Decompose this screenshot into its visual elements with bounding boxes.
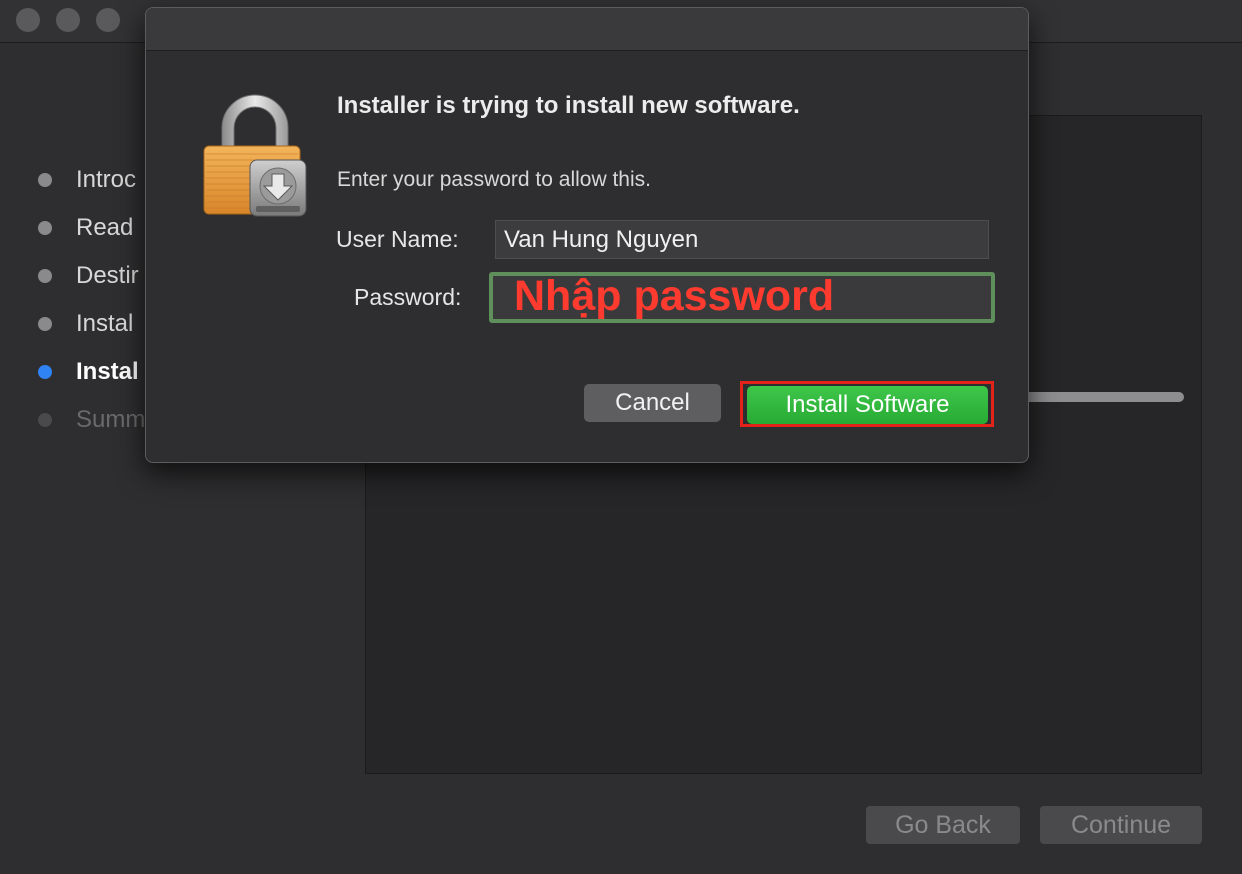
step-dot-icon	[38, 221, 52, 235]
step-label: Read	[76, 214, 134, 241]
zoom-window-button[interactable]	[96, 8, 120, 32]
step-label: Instal	[76, 310, 134, 337]
password-label: Password:	[354, 284, 462, 310]
step-summary: Summ	[38, 396, 145, 444]
step-label: Introc	[76, 166, 137, 193]
step-read-me: Read	[38, 204, 145, 252]
step-label: Destir	[76, 262, 139, 289]
close-window-button[interactable]	[16, 8, 40, 32]
dialog-title: Installer is trying to install new softw…	[337, 92, 800, 119]
install-software-button[interactable]: Install Software	[747, 386, 988, 424]
username-field[interactable]: Van Hung Nguyen	[495, 220, 989, 259]
username-label: User Name:	[336, 226, 459, 252]
step-dot-icon	[38, 317, 52, 331]
step-label: Instal	[76, 358, 139, 385]
step-label: Summ	[76, 406, 146, 433]
installer-steps-list: Introc Read Destir Instal Instal Summ	[38, 156, 145, 444]
step-installation-type: Instal	[38, 300, 145, 348]
minimize-window-button[interactable]	[56, 8, 80, 32]
step-active-dot-icon	[38, 365, 52, 379]
step-dot-icon	[38, 269, 52, 283]
cancel-button[interactable]: Cancel	[584, 384, 721, 422]
step-destination: Destir	[38, 252, 145, 300]
go-back-button[interactable]: Go Back	[866, 806, 1020, 844]
password-annotation-text: Nhập password	[514, 272, 835, 320]
step-introduction: Introc	[38, 156, 145, 204]
dialog-subtitle: Enter your password to allow this.	[337, 168, 651, 191]
step-dot-icon	[38, 413, 52, 427]
lock-icon	[203, 94, 307, 217]
authentication-dialog: Installer is trying to install new softw…	[145, 7, 1029, 463]
continue-button[interactable]: Continue	[1040, 806, 1202, 844]
dialog-titlebar	[146, 8, 1028, 51]
step-dot-icon	[38, 173, 52, 187]
step-installation: Instal	[38, 348, 145, 396]
